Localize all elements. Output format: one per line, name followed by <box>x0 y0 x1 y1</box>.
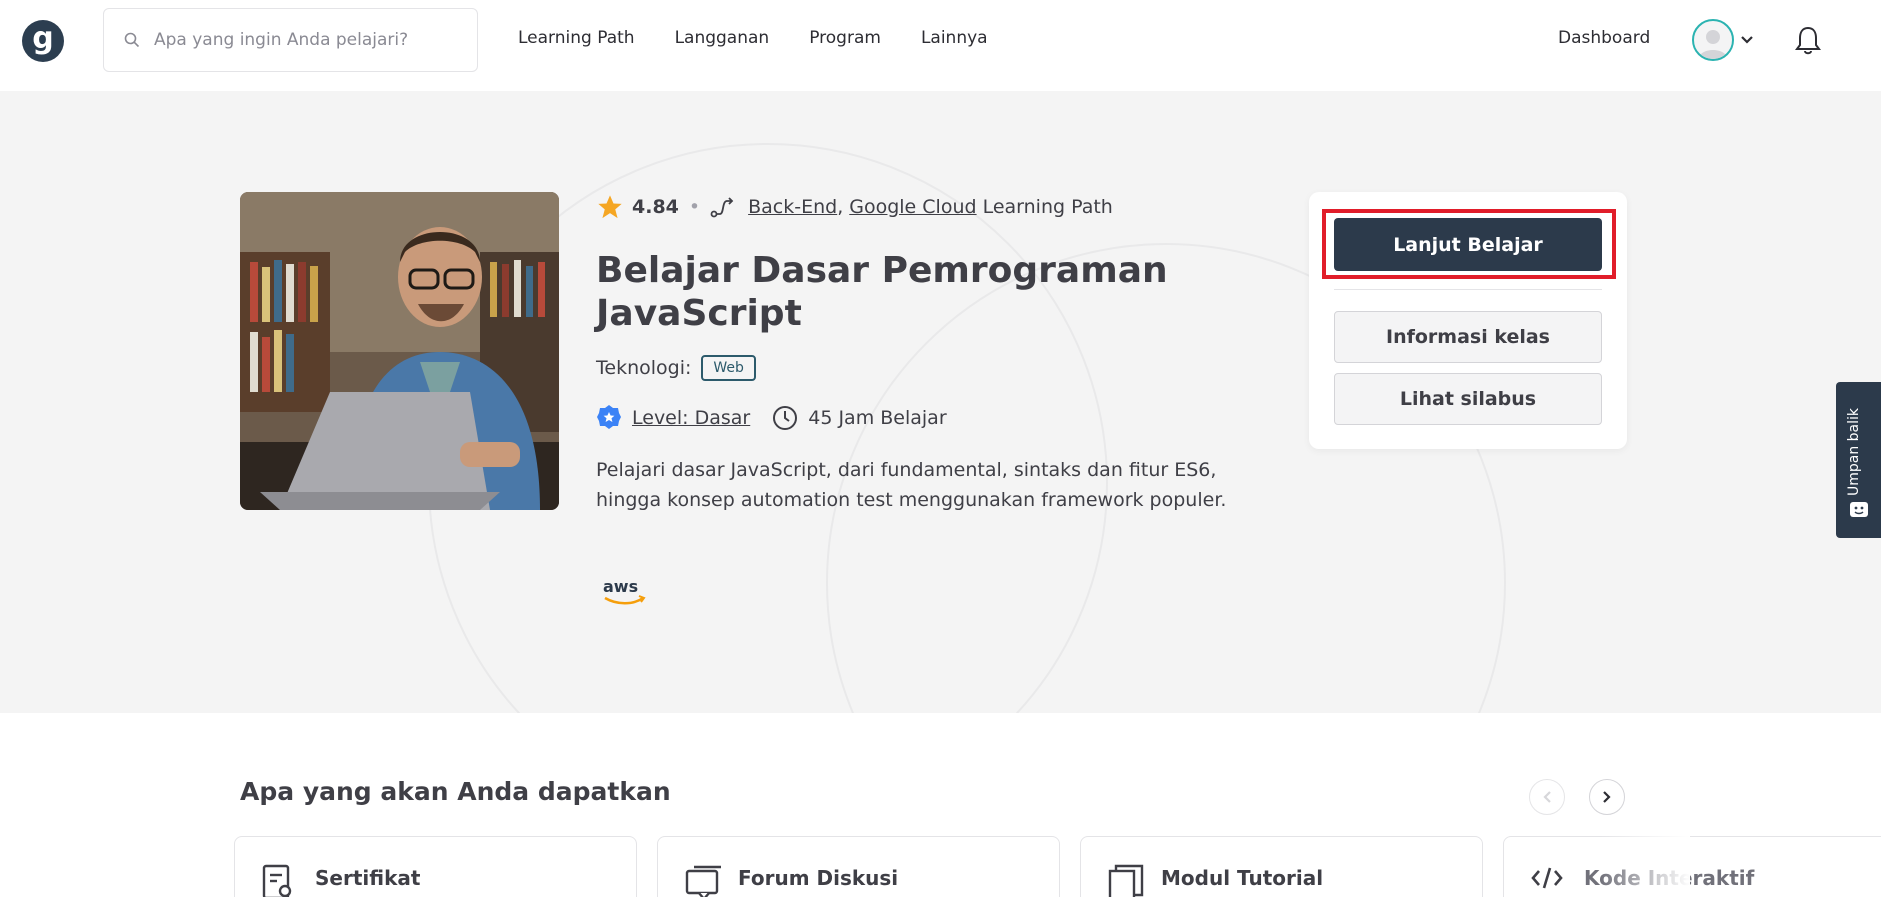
course-title: Belajar Dasar Pemrograman JavaScript <box>596 250 1168 334</box>
course-meta: 4.84 • Back-End, Google Cloud Learning P… <box>596 193 1113 221</box>
course-hero: 4.84 • Back-End, Google Cloud Learning P… <box>0 91 1881 713</box>
star-icon <box>598 195 622 219</box>
clock-icon <box>773 406 798 430</box>
aws-logo: aws <box>603 578 646 605</box>
search-icon <box>124 32 140 48</box>
benefit-card-module: Modul Tutorial <box>1080 836 1483 897</box>
learning-path-separator: , <box>837 196 844 218</box>
continue-learning-button[interactable]: Lanjut Belajar <box>1334 218 1602 271</box>
benefit-card-forum: Forum Diskusi <box>657 836 1060 897</box>
route-icon <box>710 197 734 218</box>
level-link[interactable]: Level: Dasar <box>632 407 750 429</box>
dashboard-link[interactable]: Dashboard <box>1558 28 1650 48</box>
course-info-button[interactable]: Informasi kelas <box>1334 311 1602 363</box>
benefit-label: Modul Tutorial <box>1161 866 1324 890</box>
module-icon <box>1108 864 1144 897</box>
carousel-prev-button[interactable] <box>1529 779 1565 815</box>
learning-path-google-cloud-link[interactable]: Google Cloud <box>849 196 976 218</box>
carousel-fade <box>1600 830 1690 897</box>
bell-icon[interactable] <box>1795 25 1821 55</box>
benefit-label: Sertifikat <box>315 866 421 890</box>
learning-path-suffix: Learning Path <box>982 196 1113 218</box>
dicoding-logo[interactable]: g <box>22 20 64 62</box>
course-duration: 45 Jam Belajar <box>808 407 947 429</box>
nav-langganan[interactable]: Langganan <box>675 28 770 48</box>
search-input[interactable] <box>154 30 454 50</box>
view-syllabus-button[interactable]: Lihat silabus <box>1334 373 1602 425</box>
aws-logo-text: aws <box>603 578 638 596</box>
chevron-down-icon <box>1741 36 1753 44</box>
learning-path-backend-link[interactable]: Back-End <box>748 196 837 218</box>
chevron-left-icon <box>1543 791 1551 803</box>
technology-row: Teknologi: Web <box>596 355 756 381</box>
user-menu[interactable] <box>1692 19 1754 61</box>
benefit-card-code: Kode Interaktif <box>1503 836 1881 897</box>
top-navbar: g Learning Path Langganan Program Lainny… <box>0 0 1881 91</box>
forum-icon <box>685 865 721 897</box>
certificate-icon <box>262 864 292 897</box>
course-description: Pelajari dasar JavaScript, dari fundamen… <box>596 459 1227 511</box>
card-divider <box>1334 289 1602 290</box>
nav-learning-path[interactable]: Learning Path <box>518 28 635 48</box>
nav-lainnya[interactable]: Lainnya <box>921 28 988 48</box>
technology-label: Teknologi: <box>596 357 692 379</box>
carousel-next-button[interactable] <box>1589 779 1625 815</box>
course-thumbnail <box>240 192 559 510</box>
meta-separator: • <box>688 196 701 218</box>
code-icon <box>1531 867 1563 889</box>
avatar <box>1692 19 1734 61</box>
feedback-tab[interactable]: Umpan balik <box>1836 382 1881 538</box>
chevron-right-icon <box>1603 791 1611 803</box>
feedback-face-icon <box>1850 502 1868 517</box>
nav-program[interactable]: Program <box>809 28 881 48</box>
course-rating: 4.84 <box>632 196 679 218</box>
feedback-label: Umpan balik <box>1846 407 1862 496</box>
benefits-title: Apa yang akan Anda dapatkan <box>240 777 671 806</box>
main-nav: Learning Path Langganan Program Lainnya <box>518 28 988 48</box>
level-badge-icon <box>597 405 621 429</box>
search-box[interactable] <box>103 8 478 72</box>
action-card: Lanjut Belajar Informasi kelas Lihat sil… <box>1309 192 1627 449</box>
technology-badge: Web <box>701 355 756 381</box>
benefit-card-certificate: Sertifikat <box>234 836 637 897</box>
benefit-label: Forum Diskusi <box>738 866 899 890</box>
level-duration-row: Level: Dasar 45 Jam Belajar <box>596 404 947 432</box>
